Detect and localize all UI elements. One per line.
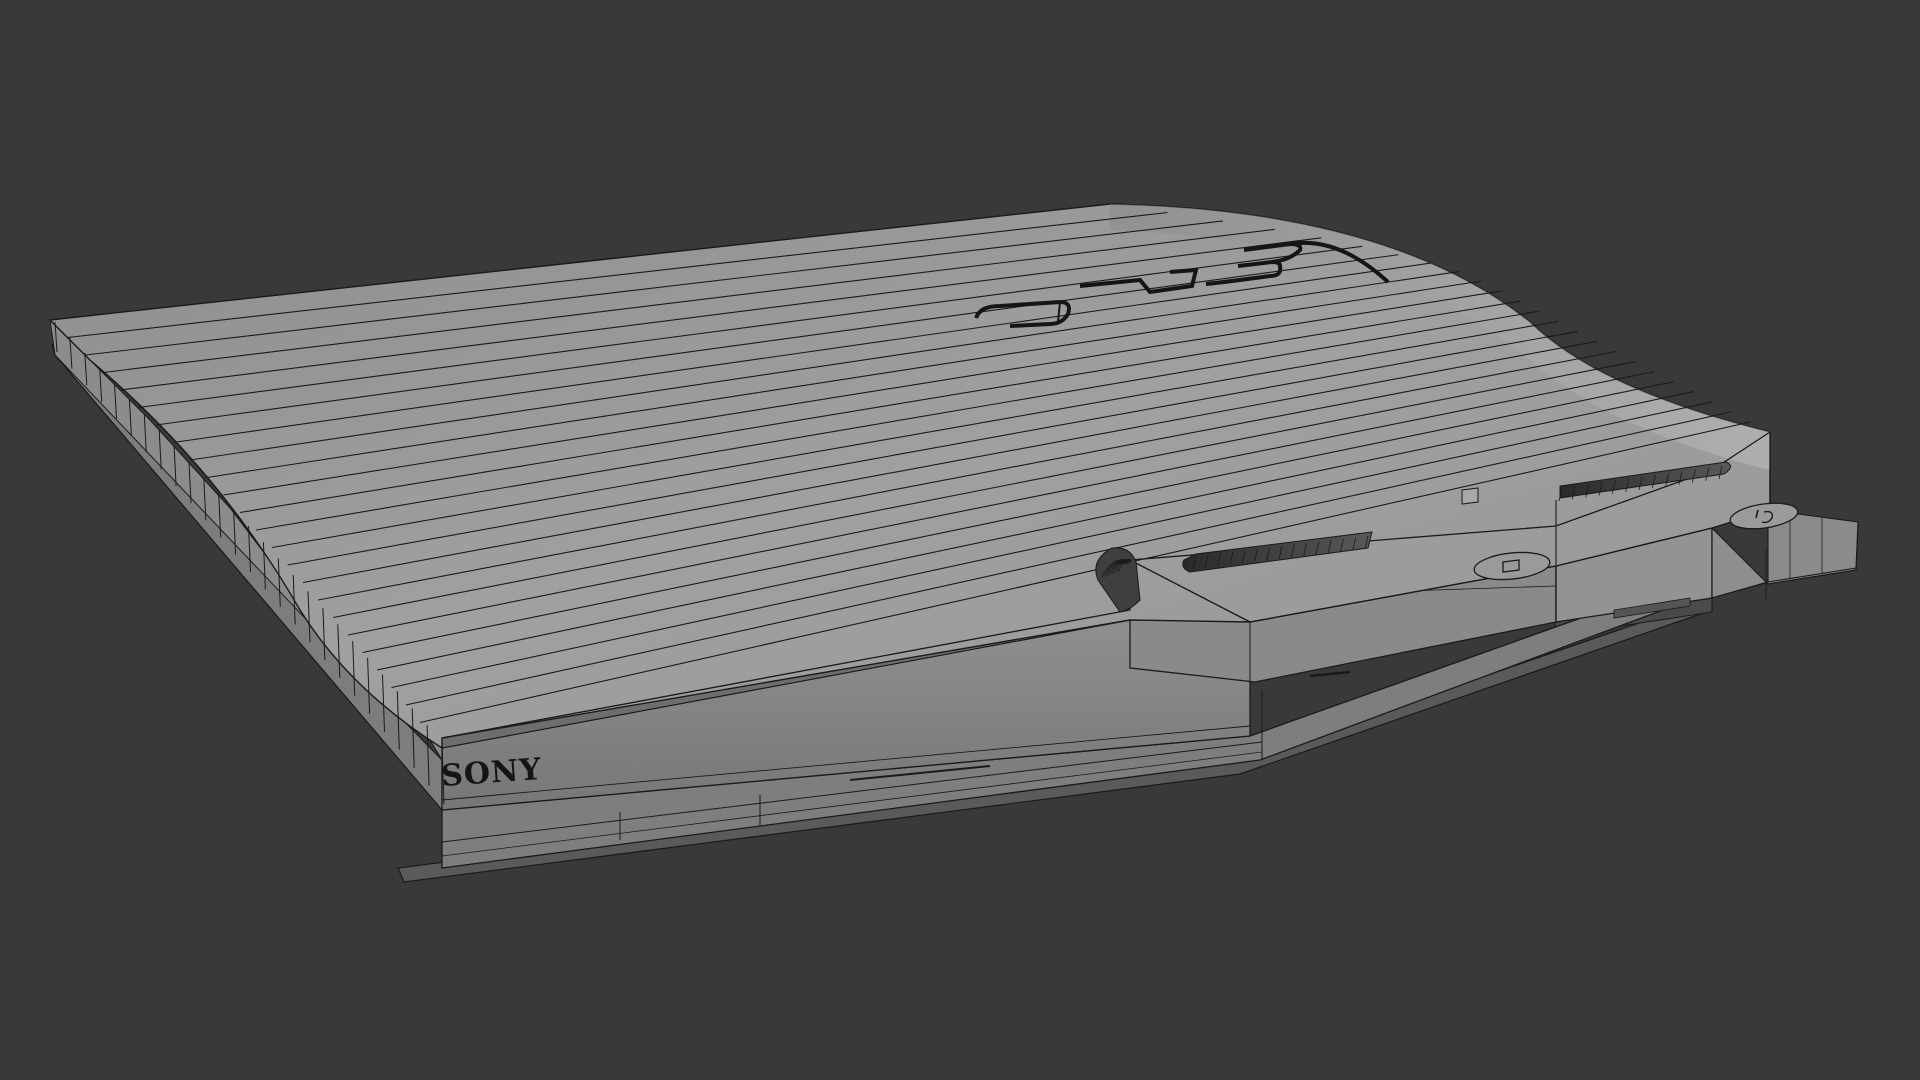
console-wireframe-model: SONY: [48, 203, 1859, 883]
render-viewport: SONY: [0, 0, 1920, 1080]
brand-label: SONY: [440, 752, 543, 794]
indicator-led-icon: [1461, 487, 1479, 505]
brand-label-text: SONY: [440, 752, 543, 794]
